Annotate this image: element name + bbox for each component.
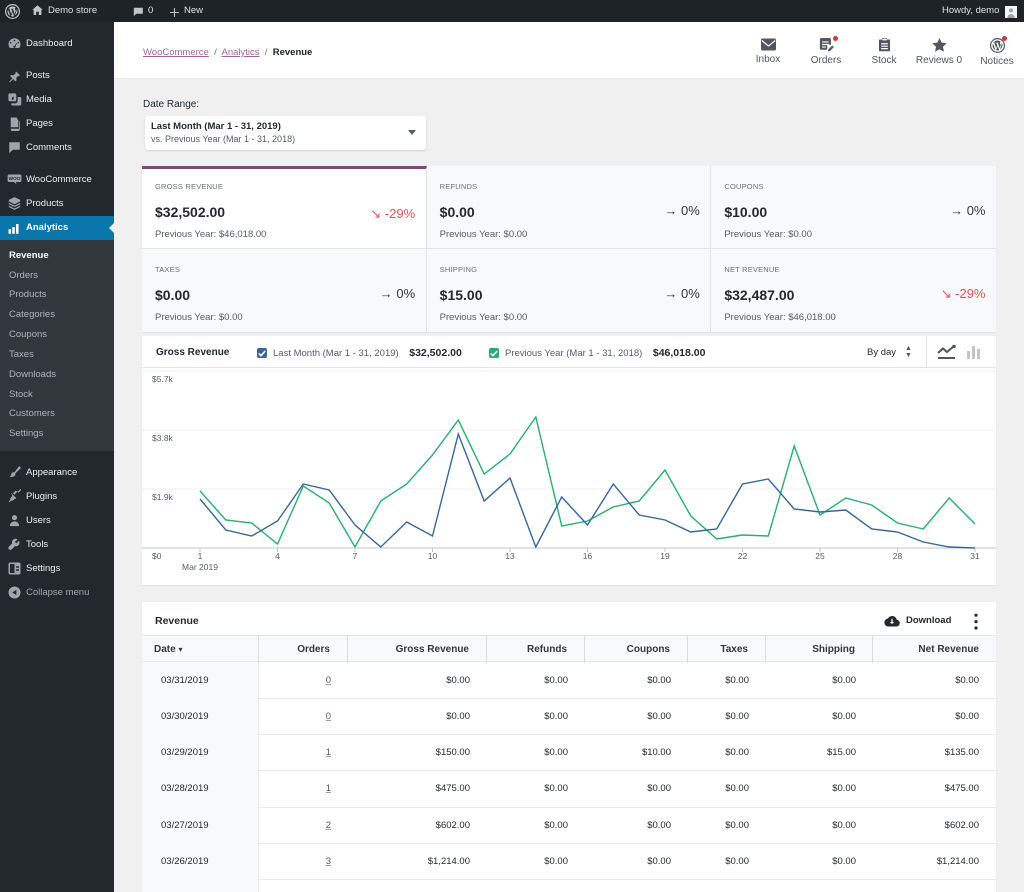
svg-text:$1.9k: $1.9k xyxy=(152,492,174,502)
svg-text:16: 16 xyxy=(583,551,593,561)
svg-text:13: 13 xyxy=(505,551,515,561)
svg-text:7: 7 xyxy=(353,551,358,561)
svg-text:19: 19 xyxy=(660,551,670,561)
svg-text:31: 31 xyxy=(970,551,980,561)
svg-text:4: 4 xyxy=(275,551,280,561)
svg-text:22: 22 xyxy=(738,551,748,561)
svg-text:Mar 2019: Mar 2019 xyxy=(182,562,218,572)
svg-text:28: 28 xyxy=(893,551,903,561)
svg-text:$3.8k: $3.8k xyxy=(152,433,174,443)
svg-text:10: 10 xyxy=(428,551,438,561)
svg-text:$5.7k: $5.7k xyxy=(152,374,174,384)
svg-text:$0: $0 xyxy=(152,551,162,561)
svg-text:25: 25 xyxy=(815,551,825,561)
svg-text:1: 1 xyxy=(198,551,203,561)
svg-text:WOO: WOO xyxy=(9,175,21,180)
